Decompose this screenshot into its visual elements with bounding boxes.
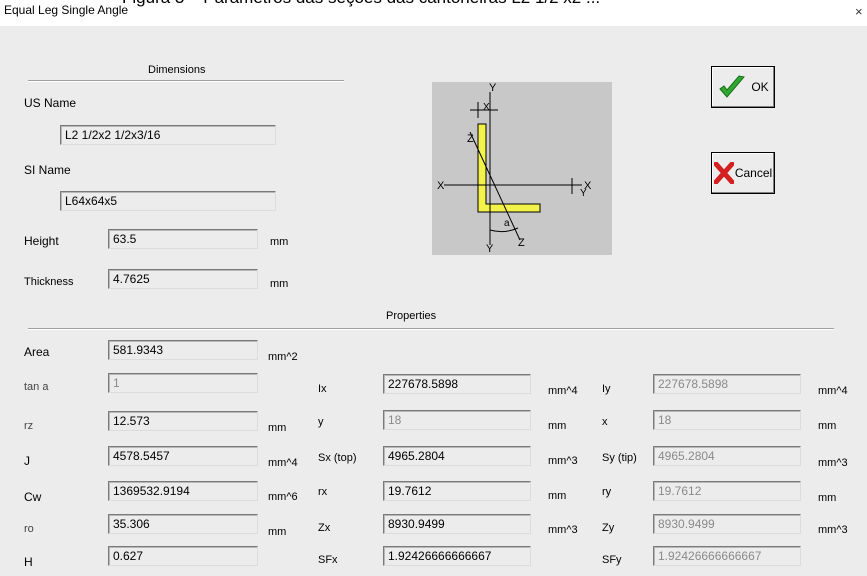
sfx-field[interactable]: 1.92426666666667 [383, 546, 531, 566]
properties-divider [28, 328, 834, 330]
si-name-label: SI Name [24, 163, 71, 177]
cancel-button[interactable]: Cancel [711, 152, 775, 194]
zx-label: Zx [318, 522, 331, 534]
tan-a-field[interactable]: 1 [108, 373, 258, 393]
zy-unit: mm^3 [818, 524, 848, 536]
j-unit: mm^4 [268, 457, 298, 469]
ry-field[interactable]: 19.7612 [653, 481, 801, 501]
h-label: H [24, 555, 33, 569]
thickness-field[interactable]: 4.7625 [108, 269, 258, 289]
thickness-label: Thickness [24, 276, 74, 288]
x-unit: mm [818, 420, 837, 432]
cancel-button-label: Cancel [734, 166, 773, 180]
x-mark-icon [713, 162, 734, 184]
rx-field[interactable]: 19.7612 [383, 481, 531, 501]
sx-top-field[interactable]: 4965.2804 [383, 446, 531, 466]
rx-label: rx [318, 486, 328, 498]
rz-field[interactable]: 12.573 [108, 411, 258, 431]
sx-top-label: Sx (top) [318, 452, 357, 464]
dim-x-label: X [483, 102, 490, 113]
area-label: Area [24, 345, 50, 359]
dimensions-divider [28, 80, 344, 82]
properties-header: Properties [386, 310, 437, 322]
j-field[interactable]: 4578.5457 [108, 446, 258, 466]
window-title: Equal Leg Single Angle [4, 3, 129, 17]
ro-field[interactable]: 35.306 [108, 514, 258, 534]
ix-unit: mm^4 [548, 385, 578, 397]
us-name-field[interactable]: L2 1/2x2 1/2x3/16 [60, 125, 276, 145]
rz-unit: mm [268, 422, 287, 434]
axis-y-bottom: Y [486, 243, 494, 255]
ok-button[interactable]: OK [711, 66, 775, 108]
zy-label: Zy [602, 522, 615, 534]
document-caption: Figura 3 – Parâmetros das seções das can… [122, 0, 600, 8]
dim-y-label: Y [580, 188, 587, 199]
angle-shape [477, 123, 541, 213]
sy-tip-label: Sy (tip) [602, 452, 637, 464]
height-unit: mm [270, 236, 289, 248]
x-label: x [602, 416, 608, 428]
ok-button-label: OK [751, 80, 769, 94]
cw-field[interactable]: 1369532.9194 [108, 481, 258, 501]
sy-tip-unit: mm^3 [818, 457, 848, 469]
height-label: Height [24, 234, 59, 248]
axis-z-bottom: Z [518, 237, 525, 249]
check-icon [719, 75, 746, 98]
j-label: J [24, 454, 30, 468]
cw-label: Cw [24, 490, 42, 504]
sfx-label: SFx [318, 554, 338, 566]
area-unit: mm^2 [268, 351, 298, 363]
dimensions-header: Dimensions [148, 64, 206, 76]
sy-tip-field[interactable]: 4965.2804 [653, 446, 801, 466]
ry-unit: mm [818, 492, 837, 504]
si-name-field[interactable]: L64x64x5 [60, 191, 276, 211]
zy-field[interactable]: 8930.9499 [653, 514, 801, 534]
iy-unit: mm^4 [818, 385, 848, 397]
angle-a-label: a [504, 218, 510, 229]
rz-label: rz [24, 420, 34, 432]
axis-z-top: Z [467, 133, 474, 145]
ro-label: ro [24, 523, 34, 535]
height-field[interactable]: 63.5 [108, 229, 258, 249]
area-field[interactable]: 581.9343 [108, 340, 258, 360]
h-field[interactable]: 0.627 [108, 546, 258, 566]
zx-unit: mm^3 [548, 524, 578, 536]
angle-section-diagram: Y X Z X X Y a Y Z [432, 82, 612, 255]
axis-x-left: X [437, 180, 445, 192]
thickness-unit: mm [270, 278, 289, 290]
close-icon[interactable]: × [855, 4, 863, 19]
iy-label: Iy [602, 383, 611, 395]
sx-top-unit: mm^3 [548, 455, 578, 467]
ry-label: ry [602, 486, 612, 498]
cw-unit: mm^6 [268, 491, 298, 503]
ro-unit: mm [268, 526, 287, 538]
ix-field[interactable]: 227678.5898 [383, 374, 531, 394]
iy-field[interactable]: 227678.5898 [653, 374, 801, 394]
us-name-label: US Name [24, 96, 77, 110]
y-field[interactable]: 18 [383, 410, 531, 430]
zx-field[interactable]: 8930.9499 [383, 514, 531, 534]
y-unit: mm [548, 420, 567, 432]
tan-a-label: tan a [24, 381, 49, 393]
x-field[interactable]: 18 [653, 410, 801, 430]
sfy-field[interactable]: 1.92426666666667 [653, 546, 801, 566]
rx-unit: mm [548, 490, 567, 502]
y-label: y [318, 416, 324, 428]
ix-label: Ix [318, 383, 327, 395]
sfy-label: SFy [602, 554, 622, 566]
axis-y-top: Y [489, 82, 497, 94]
